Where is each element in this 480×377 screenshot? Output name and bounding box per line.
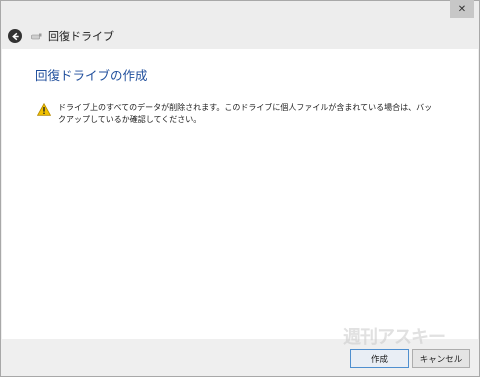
page-heading: 回復ドライブの作成 bbox=[35, 68, 148, 83]
content-panel: 回復ドライブの作成 ドライブ上のすべてのデータが削除されます。このドライブに個人… bbox=[2, 49, 478, 339]
warning-icon bbox=[37, 103, 51, 116]
close-icon: ✕ bbox=[457, 3, 467, 15]
create-button[interactable]: 作成 bbox=[350, 349, 409, 368]
drive-icon bbox=[31, 33, 42, 40]
recovery-drive-window: ✕ 回復ドライブ 回復ドライブの作成 ドライブ上のすべてのデータが削除されます。… bbox=[0, 0, 480, 377]
title-bar: ✕ 回復ドライブ bbox=[1, 0, 479, 49]
watermark: 週刊アスキー bbox=[343, 327, 446, 348]
warning-message: ドライブ上のすべてのデータが削除されます。このドライブに個人ファイルが含まれてい… bbox=[37, 102, 438, 126]
window-title: 回復ドライブ bbox=[48, 30, 114, 43]
back-arrow-icon bbox=[11, 32, 19, 40]
back-button[interactable] bbox=[8, 29, 22, 43]
navigation-bar: 回復ドライブ bbox=[8, 27, 114, 45]
cancel-button[interactable]: キャンセル bbox=[412, 349, 470, 368]
warning-text: ドライブ上のすべてのデータが削除されます。このドライブに個人ファイルが含まれてい… bbox=[58, 103, 433, 124]
close-button[interactable]: ✕ bbox=[450, 0, 474, 18]
